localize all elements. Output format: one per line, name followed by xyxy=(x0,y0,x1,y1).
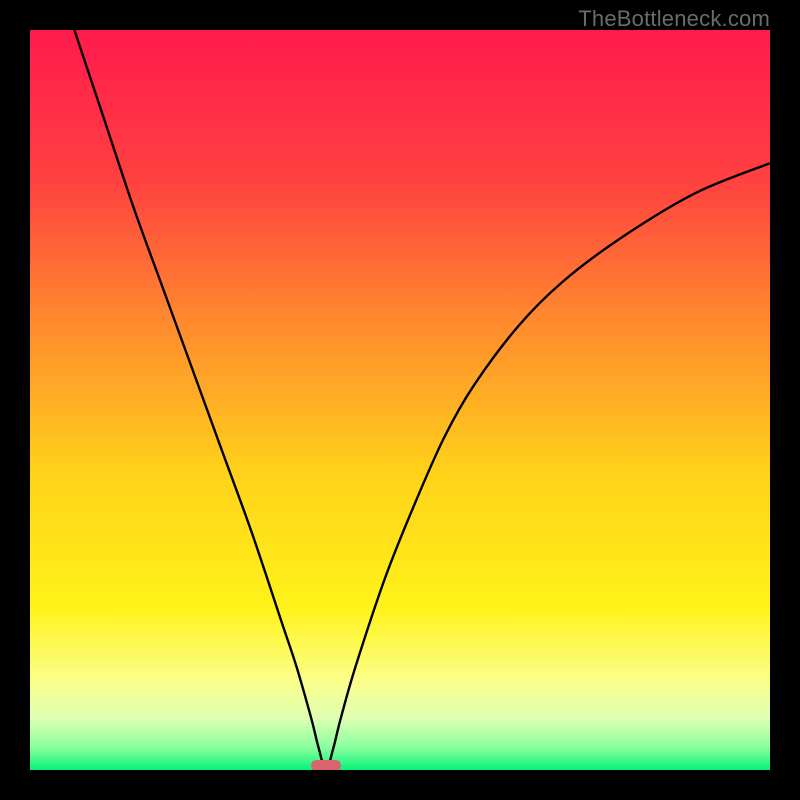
plot-area xyxy=(30,30,770,770)
chart-frame: TheBottleneck.com xyxy=(0,0,800,800)
gradient-background xyxy=(30,30,770,770)
minimum-marker xyxy=(311,760,341,770)
plot-svg xyxy=(30,30,770,770)
watermark-text: TheBottleneck.com xyxy=(578,6,770,32)
